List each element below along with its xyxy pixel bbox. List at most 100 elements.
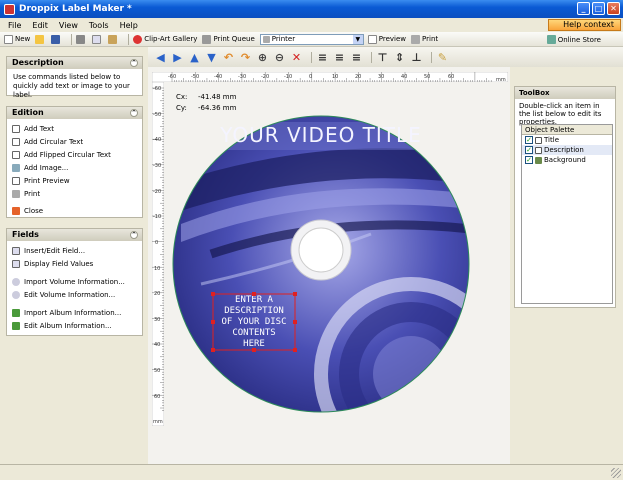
print-queue-button[interactable]: Print Queue [202, 34, 255, 44]
chevron-down-icon[interactable]: ▼ [352, 34, 363, 44]
edit-album-label: Edit Album Information... [24, 321, 112, 330]
store-icon [546, 35, 556, 44]
align-left-icon[interactable]: ≡ [316, 51, 329, 64]
text-icon [12, 124, 20, 133]
move-up-icon[interactable]: ▲ [188, 51, 201, 64]
description-line: HERE [243, 339, 265, 349]
copy-icon [92, 34, 102, 44]
add-image-item[interactable]: Add Image... [7, 161, 142, 174]
import-volume-item[interactable]: Import Volume Information... [7, 275, 142, 288]
print-preview-item[interactable]: Print Preview [7, 174, 142, 187]
maximize-button[interactable]: □ [592, 2, 605, 15]
scissors-icon [76, 34, 86, 44]
close-window-button[interactable]: ✕ [607, 2, 620, 15]
clipart-button[interactable]: Clip-Art Gallery [133, 34, 197, 44]
preview-button[interactable]: Preview [367, 34, 406, 44]
collapse-icon[interactable]: ^ [130, 231, 138, 239]
menu-help[interactable]: Help [120, 21, 138, 30]
add-text-item[interactable]: Add Text [7, 122, 142, 135]
description-header[interactable]: Description ^ [7, 57, 142, 69]
close-icon [12, 206, 20, 215]
delete-icon[interactable]: ✕ [290, 51, 303, 64]
vruler-label: -50 [153, 112, 161, 118]
image-object-icon [535, 156, 542, 164]
print-button[interactable]: Print [411, 34, 438, 44]
cut-button[interactable] [76, 34, 87, 44]
undo-icon[interactable]: ↶ [222, 51, 235, 64]
edition-header[interactable]: Edition ^ [7, 107, 142, 119]
app-icon [4, 3, 15, 15]
online-store-link[interactable]: Online Store [546, 35, 601, 44]
paste-button[interactable] [108, 34, 119, 44]
online-store-label: Online Store [557, 35, 601, 44]
display-field-values-item[interactable]: Display Field Values [7, 257, 142, 270]
minimize-button[interactable]: _ [577, 2, 590, 15]
disc-label[interactable]: YOUR VIDEO TITLE ENTER A DESCRIPTION OF … [171, 114, 471, 414]
zoom-out-icon[interactable]: ⊖ [273, 51, 286, 64]
edit-album-item[interactable]: Edit Album Information... [7, 319, 142, 332]
menu-file[interactable]: File [8, 21, 21, 30]
vruler-label: 20 [154, 291, 160, 297]
toolbox-panel: ToolBox Double-click an item in the list… [514, 86, 616, 308]
visible-checkbox[interactable]: ✓ [525, 136, 533, 144]
fields-header[interactable]: Fields ^ [7, 229, 142, 241]
vruler-unit: mm [153, 419, 163, 425]
disc-edit-icon [12, 290, 20, 299]
insert-edit-field-label: Insert/Edit Field... [24, 246, 86, 255]
menu-edit[interactable]: Edit [32, 21, 48, 30]
hruler-label: 30 [378, 74, 384, 80]
collapse-icon[interactable]: ^ [130, 109, 138, 117]
copy-button[interactable] [92, 34, 103, 44]
print-item[interactable]: Print [7, 187, 142, 200]
hruler-unit: mm [496, 77, 506, 82]
align-middle-icon[interactable]: ⇕ [393, 51, 406, 64]
menu-view[interactable]: View [59, 21, 78, 30]
align-right-icon[interactable]: ≡ [350, 51, 363, 64]
collapse-icon[interactable]: ^ [130, 59, 138, 67]
import-album-item[interactable]: Import Album Information... [7, 306, 142, 319]
palette-item-title[interactable]: ✓ Title [522, 135, 612, 145]
new-label: New [15, 35, 31, 43]
hruler-label: 50 [424, 74, 430, 80]
object-palette-header: Object Palette [522, 125, 612, 135]
palette-item-label: Title [544, 136, 560, 144]
redo-icon[interactable]: ↷ [239, 51, 252, 64]
print-item-label: Print [24, 189, 41, 198]
properties-icon[interactable]: ✎ [436, 51, 449, 64]
save-button[interactable] [51, 34, 62, 44]
printer-select[interactable]: Printer ▼ [259, 33, 364, 45]
insert-edit-field-item[interactable]: Insert/Edit Field... [7, 244, 142, 257]
new-button[interactable]: New [4, 34, 31, 44]
vruler-label: -40 [153, 137, 161, 143]
field-icon [12, 246, 20, 255]
move-left-icon[interactable]: ◀ [154, 51, 167, 64]
hruler-label: 10 [332, 74, 338, 80]
palette-item-background[interactable]: ✓ Background [522, 155, 612, 165]
open-button[interactable] [35, 34, 46, 44]
add-circular-text-item[interactable]: Add Circular Text [7, 135, 142, 148]
align-bottom-icon[interactable]: ⊥ [410, 51, 423, 64]
move-right-icon[interactable]: ▶ [171, 51, 184, 64]
edit-volume-item[interactable]: Edit Volume Information... [7, 288, 142, 301]
vertical-ruler: -60 -50 -40 -30 -20 -10 0 10 20 30 40 50… [152, 82, 164, 426]
move-down-icon[interactable]: ▼ [205, 51, 218, 64]
description-line: OF YOUR DISC [221, 317, 286, 327]
align-top-icon[interactable]: ⊤ [376, 51, 389, 64]
add-text-label: Add Text [24, 124, 54, 133]
close-label: Close [24, 206, 44, 215]
palette-item-description[interactable]: ✓ Description [522, 145, 612, 155]
image-icon [12, 163, 20, 172]
align-center-icon[interactable]: ≡ [333, 51, 346, 64]
visible-checkbox[interactable]: ✓ [525, 146, 533, 154]
horizontal-ruler: -60 -50 -40 -30 -20 -10 0 10 20 30 40 50… [152, 72, 508, 82]
zoom-in-icon[interactable]: ⊕ [256, 51, 269, 64]
menu-tools[interactable]: Tools [89, 21, 109, 30]
hruler-label: -50 [191, 74, 199, 80]
visible-checkbox[interactable]: ✓ [525, 156, 533, 164]
add-flipped-circular-text-item[interactable]: Add Flipped Circular Text [7, 148, 142, 161]
close-item[interactable]: Close [7, 204, 142, 217]
resize-grip[interactable] [611, 468, 621, 478]
help-context-button[interactable]: Help context [548, 19, 621, 31]
music-icon [12, 308, 20, 317]
disc-title-text[interactable]: YOUR VIDEO TITLE [219, 123, 422, 147]
